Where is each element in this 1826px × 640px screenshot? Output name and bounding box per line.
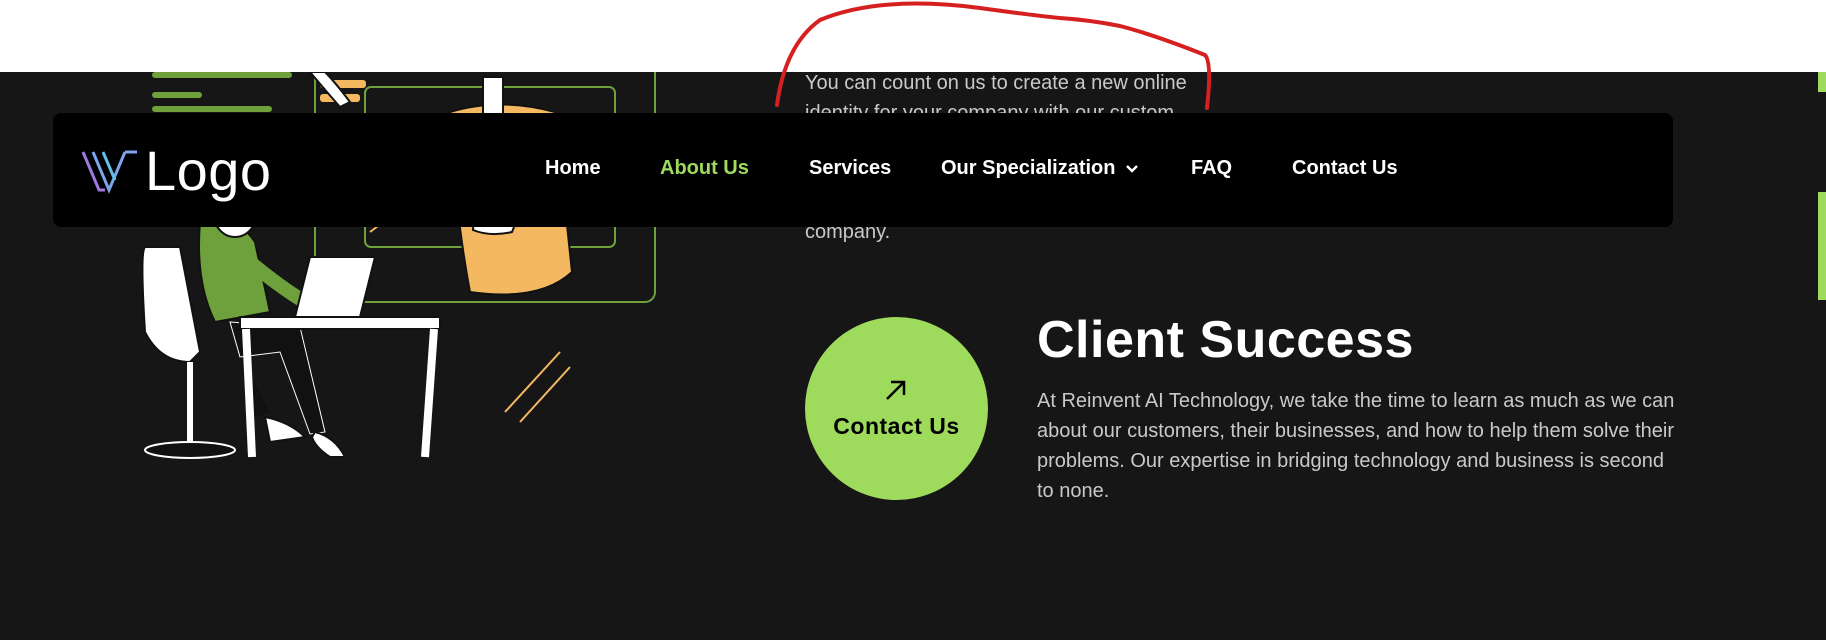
contact-us-button[interactable]: Contact Us — [805, 317, 988, 500]
chevron-down-icon — [1126, 164, 1138, 173]
nav-contact-us[interactable]: Contact Us — [1292, 157, 1398, 180]
logo-text: Logo — [145, 139, 272, 202]
nav-our-specialization[interactable]: Our Specialization — [941, 157, 1139, 180]
contact-us-button-label: Contact Us — [833, 413, 960, 439]
edge-accent-bar — [1818, 72, 1826, 92]
nav-services[interactable]: Services — [809, 157, 891, 180]
section-title: Client Success — [1037, 311, 1414, 369]
nav-home[interactable]: Home — [545, 157, 601, 180]
site-logo[interactable]: Logo — [81, 143, 272, 199]
section-body: At Reinvent AI Technology, we take the t… — [1037, 390, 1675, 502]
nav-faq[interactable]: FAQ — [1191, 157, 1232, 180]
arrow-up-right-icon — [886, 380, 906, 400]
logo-mark-icon — [81, 150, 137, 194]
nav-about-us[interactable]: About Us — [660, 157, 749, 180]
nav-our-specialization-label: Our Specialization — [941, 157, 1116, 179]
top-navbar: Logo Home About Us Services Our Speciali… — [53, 113, 1673, 227]
edge-accent-bar — [1818, 192, 1826, 300]
